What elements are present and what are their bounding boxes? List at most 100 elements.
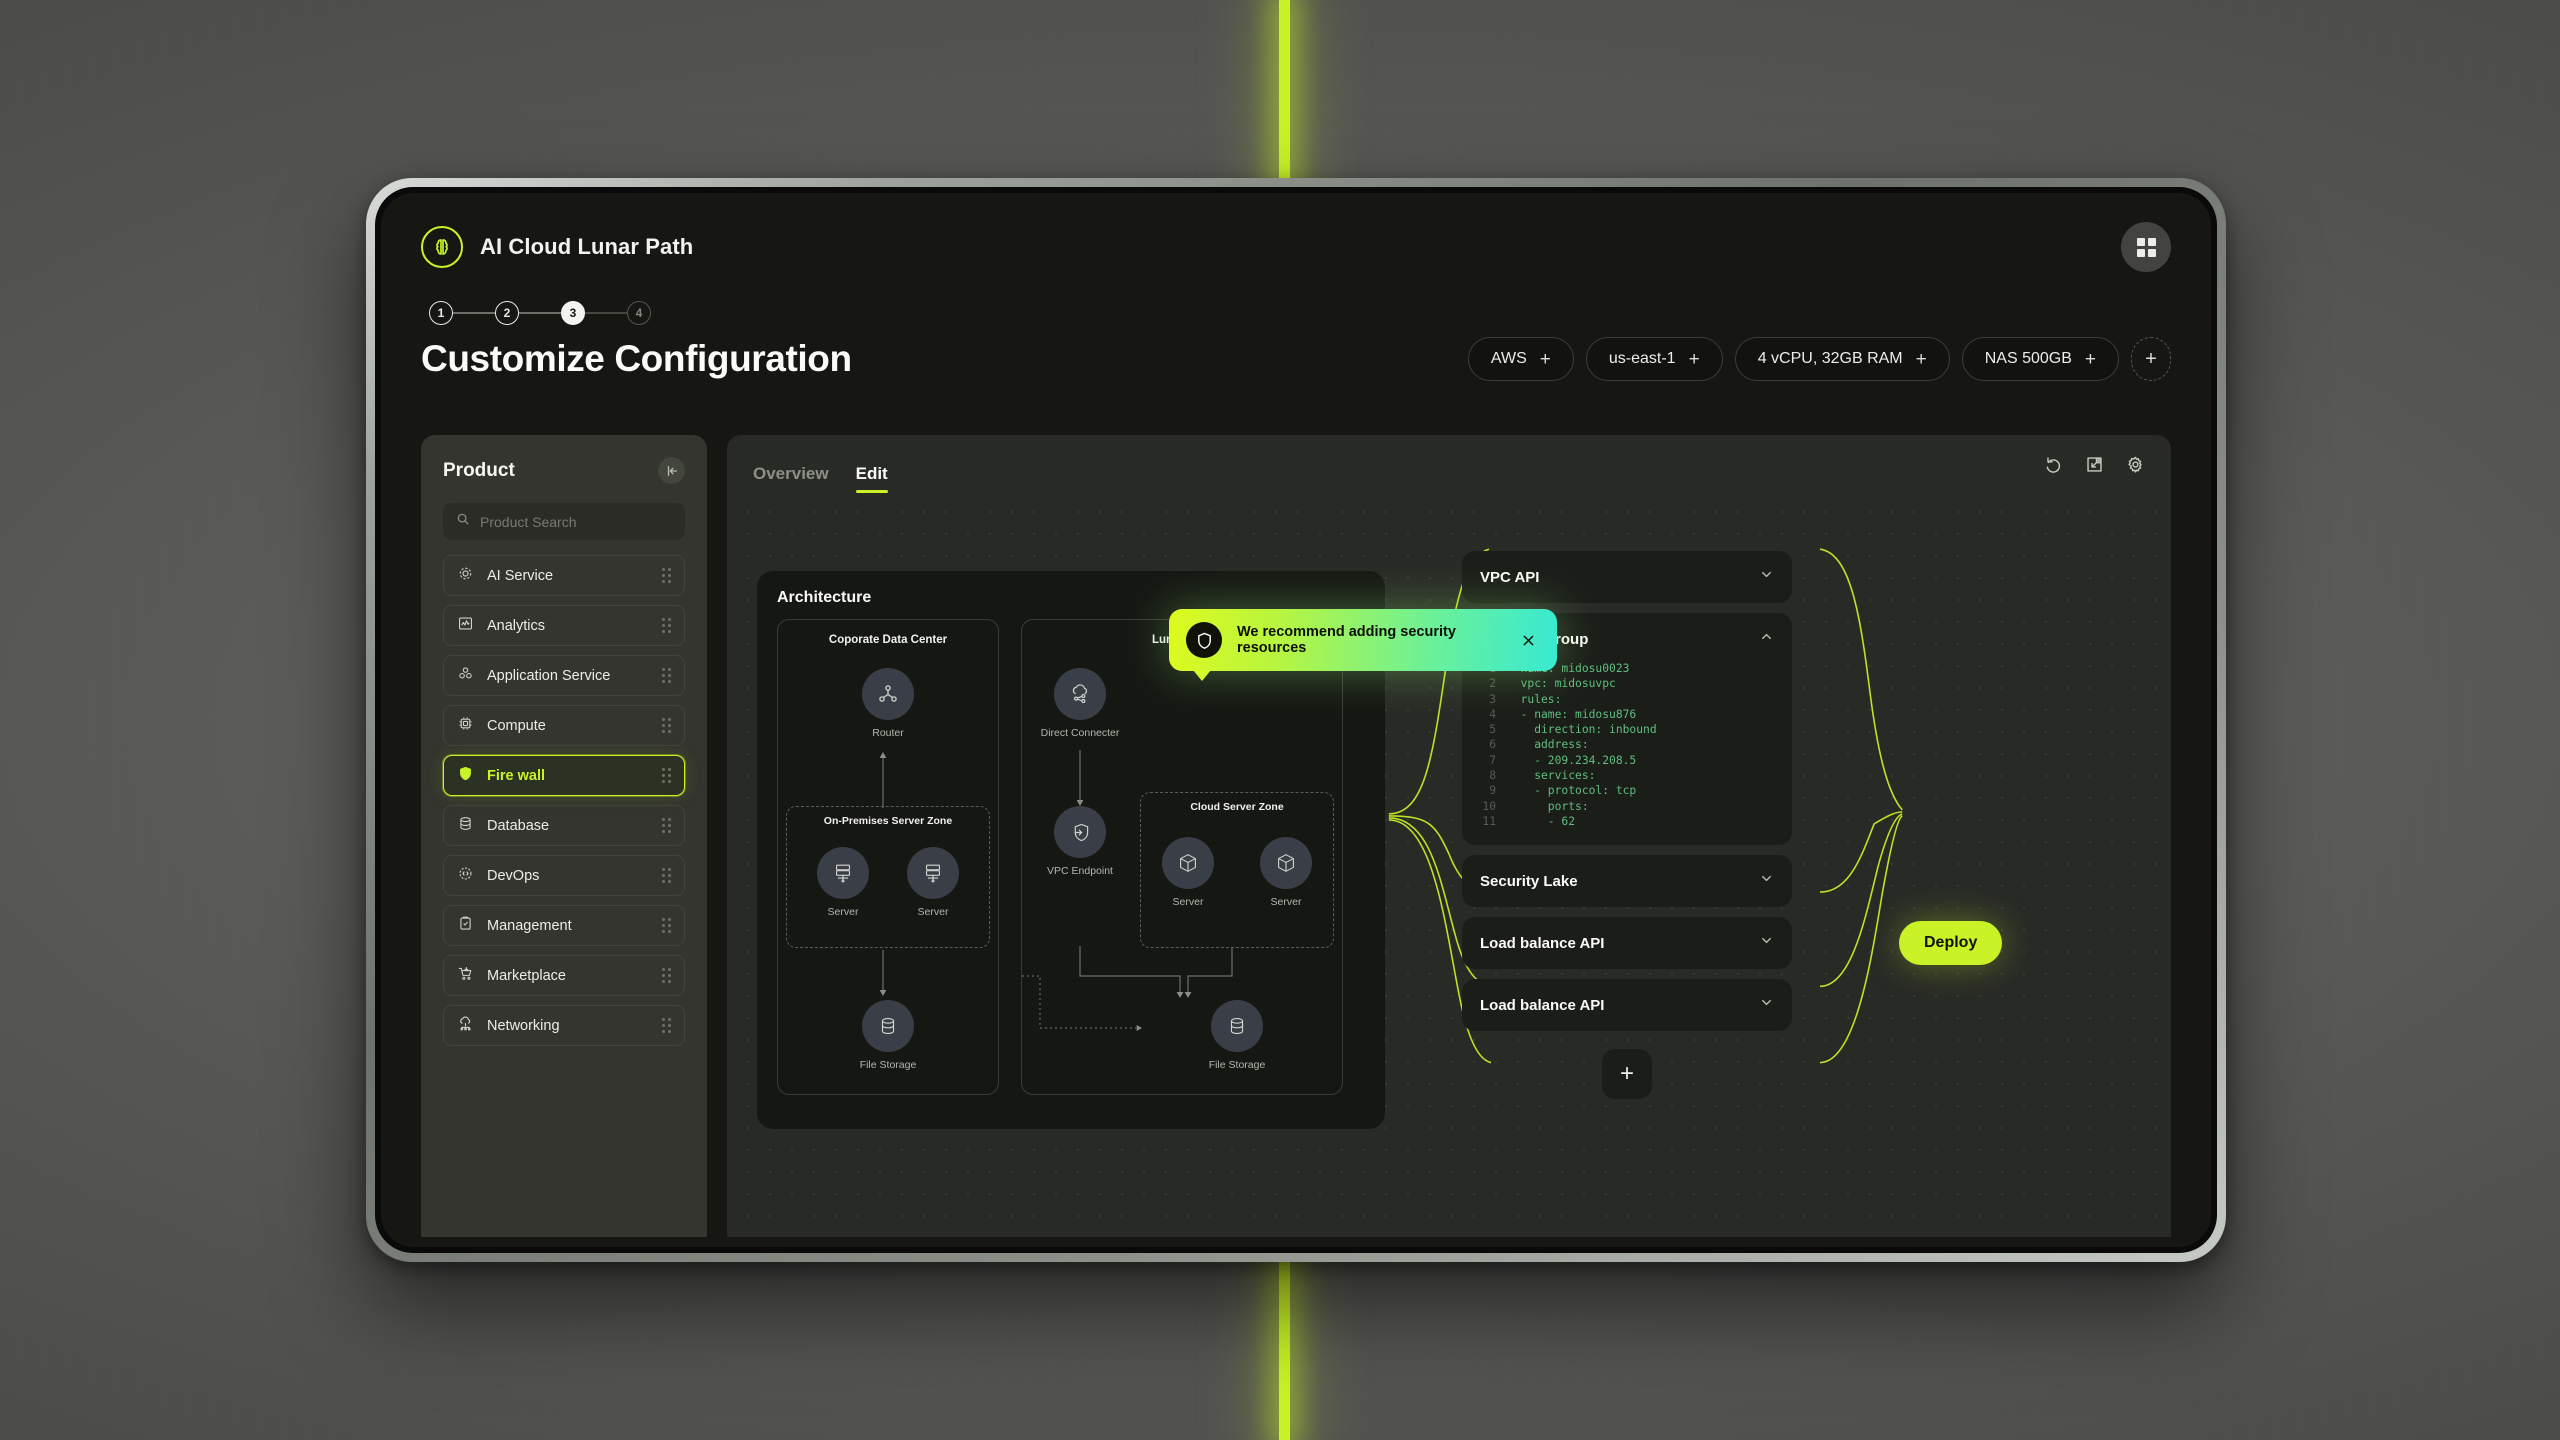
- sidebar-item-label: Application Service: [487, 667, 611, 684]
- sidebar-item-management[interactable]: Management: [443, 905, 685, 946]
- brand-title: AI Cloud Lunar Path: [480, 234, 694, 259]
- node-label: File Storage: [859, 1059, 917, 1071]
- close-icon[interactable]: [1517, 629, 1540, 652]
- tab-overview[interactable]: Overview: [753, 464, 829, 493]
- sidebar-item-networking[interactable]: Networking: [443, 1005, 685, 1046]
- node-file-storage-cloud[interactable]: File Storage: [1140, 1000, 1334, 1071]
- database-storage-icon: [862, 1000, 914, 1052]
- node-label: Server: [1270, 896, 1302, 908]
- settings-gear-icon[interactable]: [2126, 455, 2145, 474]
- zone-coporate-data-center[interactable]: Coporate Data Center Router On-Premises …: [777, 619, 999, 1095]
- subzone-on-premises-server-zone[interactable]: On-Premises Server Zone Server Server: [786, 806, 990, 948]
- drag-handle-icon[interactable]: [662, 868, 671, 883]
- line-text: address:: [1507, 738, 1589, 752]
- drag-handle-icon[interactable]: [662, 718, 671, 733]
- node-label: VPC Endpoint: [1047, 865, 1113, 877]
- code-line: 4 - name: midosu876: [1480, 707, 1774, 722]
- subzone-title: Cloud Server Zone: [1190, 801, 1284, 813]
- drag-handle-icon[interactable]: [662, 918, 671, 933]
- tab-edit[interactable]: Edit: [855, 464, 888, 493]
- chip-provider[interactable]: AWS +: [1467, 337, 1574, 381]
- search-input[interactable]: [480, 513, 672, 530]
- chevron-down-icon[interactable]: [1759, 871, 1774, 891]
- plus-icon: +: [1539, 348, 1551, 370]
- drag-handle-icon[interactable]: [662, 768, 671, 783]
- node-server-onprem-2[interactable]: Server: [891, 847, 975, 918]
- code-line: 2 vpc: midosuvpc: [1480, 676, 1774, 691]
- chevron-down-icon[interactable]: [1759, 567, 1774, 587]
- drag-handle-icon[interactable]: [662, 1018, 671, 1033]
- line-number: 8: [1489, 769, 1496, 783]
- brand: AI Cloud Lunar Path: [421, 226, 693, 268]
- chevron-down-icon[interactable]: [1759, 933, 1774, 953]
- search-icon: [456, 512, 470, 531]
- sidebar-item-ai-service[interactable]: AI Service: [443, 555, 685, 596]
- deploy-button[interactable]: Deploy: [1899, 921, 2003, 965]
- node-label: Server: [917, 906, 949, 918]
- config-card-vpc-api[interactable]: VPC API: [1462, 551, 1792, 603]
- line-text: - name: midosu876: [1507, 707, 1637, 721]
- sidebar-item-analytics[interactable]: Analytics: [443, 605, 685, 646]
- chip-storage[interactable]: NAS 500GB +: [1961, 337, 2119, 381]
- step-2[interactable]: 2: [495, 301, 519, 325]
- chevron-down-icon[interactable]: [1759, 995, 1774, 1015]
- code-line: 6 address:: [1480, 737, 1774, 752]
- chip-region[interactable]: us-east-1 +: [1585, 337, 1723, 381]
- node-vpc-endpoint[interactable]: VPC Endpoint: [1032, 806, 1128, 877]
- toast-message: We recommend adding security resources: [1237, 624, 1456, 656]
- search-field[interactable]: [443, 503, 685, 540]
- line-number: 3: [1489, 692, 1496, 706]
- config-card-load-balance-api-2[interactable]: Load balance API: [1462, 979, 1792, 1032]
- toast-pointer: [1193, 670, 1211, 681]
- drag-handle-icon[interactable]: [662, 668, 671, 683]
- config-card-security-lake[interactable]: Security Lake: [1462, 855, 1792, 908]
- collapse-left-icon[interactable]: [658, 457, 685, 484]
- canvas-surface[interactable]: Architecture Coporate Data Center Router…: [727, 493, 2171, 1237]
- node-direct-connecter[interactable]: Direct Connecter: [1032, 668, 1128, 739]
- step-indicator: 1 2 3 4: [429, 301, 2171, 325]
- drag-handle-icon[interactable]: [662, 968, 671, 983]
- sidebar-item-marketplace[interactable]: Marketplace: [443, 955, 685, 996]
- canvas-tabs: Overview Edit: [753, 435, 888, 493]
- drag-handle-icon[interactable]: [662, 818, 671, 833]
- node-server-cloud-1[interactable]: Server: [1149, 837, 1227, 908]
- page-title: Customize Configuration: [421, 338, 852, 379]
- step-1[interactable]: 1: [429, 301, 453, 325]
- drag-handle-icon[interactable]: [662, 618, 671, 633]
- chip-label: 4 vCPU, 32GB RAM: [1757, 350, 1903, 367]
- line-text: services:: [1507, 769, 1596, 783]
- sidebar-item-label: DevOps: [487, 867, 540, 884]
- chip-label: us-east-1: [1608, 350, 1676, 367]
- subzone-cloud-server-zone[interactable]: Cloud Server Zone Server Server: [1140, 792, 1334, 948]
- arrow-server-to-router: [879, 752, 887, 808]
- chevron-up-icon[interactable]: [1759, 629, 1774, 649]
- zone-lunar-path[interactable]: Lunar Path Dire: [1021, 619, 1343, 1095]
- node-file-storage-onprem[interactable]: File Storage: [778, 1000, 998, 1071]
- step-3[interactable]: 3: [561, 301, 585, 325]
- config-card-load-balance-api-1[interactable]: Load balance API: [1462, 917, 1792, 970]
- sidebar-item-list: AI Service Analytics Application Service…: [443, 555, 685, 1046]
- plus-icon: +: [1915, 348, 1927, 370]
- application-service-icon: [457, 665, 474, 687]
- node-server-onprem-1[interactable]: Server: [801, 847, 885, 918]
- step-4[interactable]: 4: [627, 301, 651, 325]
- cube-icon: [1162, 837, 1214, 889]
- grid-apps-icon[interactable]: [2121, 222, 2171, 272]
- fit-to-screen-icon[interactable]: [2085, 455, 2104, 474]
- sidebar-item-devops[interactable]: DevOps: [443, 855, 685, 896]
- chip-instance[interactable]: 4 vCPU, 32GB RAM +: [1734, 337, 1950, 381]
- code-line: 5 direction: inbound: [1480, 722, 1774, 737]
- add-config-button[interactable]: +: [1602, 1049, 1652, 1100]
- sidebar-item-fire-wall[interactable]: Fire wall: [443, 755, 685, 796]
- undo-icon[interactable]: [2044, 455, 2063, 474]
- node-server-cloud-2[interactable]: Server: [1247, 837, 1325, 908]
- node-router[interactable]: Router: [778, 668, 998, 739]
- subzone-title: On-Premises Server Zone: [823, 815, 953, 827]
- add-chip-button[interactable]: +: [2131, 337, 2171, 381]
- security-group-code: 1- name: midosu0023 2 vpc: midosuvpc 3 r…: [1480, 661, 1774, 829]
- sidebar-item-database[interactable]: Database: [443, 805, 685, 846]
- sidebar-item-application-service[interactable]: Application Service: [443, 655, 685, 696]
- cpu-chip-icon: [457, 715, 474, 737]
- sidebar-item-compute[interactable]: Compute: [443, 705, 685, 746]
- drag-handle-icon[interactable]: [662, 568, 671, 583]
